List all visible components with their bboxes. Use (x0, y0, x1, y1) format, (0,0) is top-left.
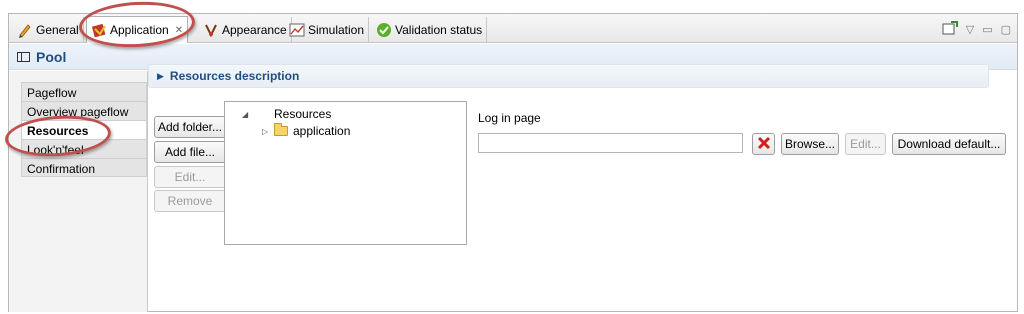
tab-label: General (36, 22, 79, 37)
tab-label: Application (110, 23, 169, 37)
tree-item-label: application (293, 124, 351, 138)
tab-label: Validation status (395, 22, 483, 37)
view-menu-icon[interactable]: ▽ (966, 23, 974, 36)
pencil-icon (17, 22, 33, 38)
sidebar-item-look-n-feel[interactable]: Look'n'feel (21, 139, 147, 158)
sidebar-item-overview-pageflow[interactable]: Overview pageflow (21, 101, 147, 120)
appearance-icon (203, 22, 219, 38)
tab-application[interactable]: Application ✕ (86, 16, 189, 43)
add-file-button[interactable]: Add file... (154, 141, 226, 163)
edit-resource-button[interactable]: Edit... (154, 166, 226, 188)
download-default-button[interactable]: Download default... (892, 133, 1006, 155)
tree-item-application[interactable]: ▷ application (262, 123, 351, 138)
tree-root-row[interactable]: ◢ Resources (242, 107, 331, 121)
tab-simulation[interactable]: Simulation (285, 17, 370, 42)
folder-icon (274, 123, 288, 136)
simulation-chart-icon (289, 22, 305, 38)
tab-bar: General Application ✕ Appearance Simulat… (9, 14, 1017, 43)
clear-button[interactable] (752, 133, 775, 155)
application-icon (91, 22, 107, 38)
resources-tree[interactable]: ◢ Resources ▷ application (224, 101, 467, 245)
add-folder-button[interactable]: Add folder... (154, 116, 226, 138)
sidebar: Pageflow Overview pageflow Resources Loo… (9, 71, 148, 312)
sidebar-item-resources[interactable]: Resources (21, 120, 147, 139)
tab-general[interactable]: General (13, 17, 84, 42)
sidebar-item-pageflow[interactable]: Pageflow (21, 82, 147, 101)
tree-root-label: Resources (274, 107, 332, 121)
pool-icon (17, 51, 30, 62)
expand-icon[interactable]: ▷ (262, 127, 274, 136)
new-editor-icon[interactable] (942, 21, 958, 38)
tab-validation-status[interactable]: Validation status (372, 17, 488, 42)
window-controls: ▽ ▭ ▢ (942, 21, 1011, 38)
edit-login-button[interactable]: Edit... (845, 133, 886, 155)
check-circle-icon (376, 22, 392, 38)
remove-resource-button[interactable]: Remove (154, 190, 226, 212)
tab-label: Appearance (222, 22, 287, 37)
red-x-icon (756, 135, 772, 154)
maximize-icon[interactable]: ▢ (1001, 23, 1011, 36)
browse-button[interactable]: Browse... (781, 133, 839, 155)
section-header[interactable]: ▶ Resources description (148, 64, 989, 88)
sidebar-item-confirmation[interactable]: Confirmation (21, 158, 147, 177)
expand-arrow-icon: ▶ (157, 70, 164, 81)
close-icon[interactable]: ✕ (175, 25, 183, 36)
tab-appearance[interactable]: Appearance (199, 17, 292, 42)
login-page-label: Log in page (478, 111, 541, 125)
minimize-icon[interactable]: ▭ (982, 23, 992, 36)
page-title: Pool (36, 48, 67, 65)
login-page-input[interactable] (478, 133, 743, 153)
tab-label: Simulation (308, 22, 365, 37)
collapse-icon[interactable]: ◢ (242, 110, 254, 119)
section-title: Resources description (169, 69, 300, 83)
